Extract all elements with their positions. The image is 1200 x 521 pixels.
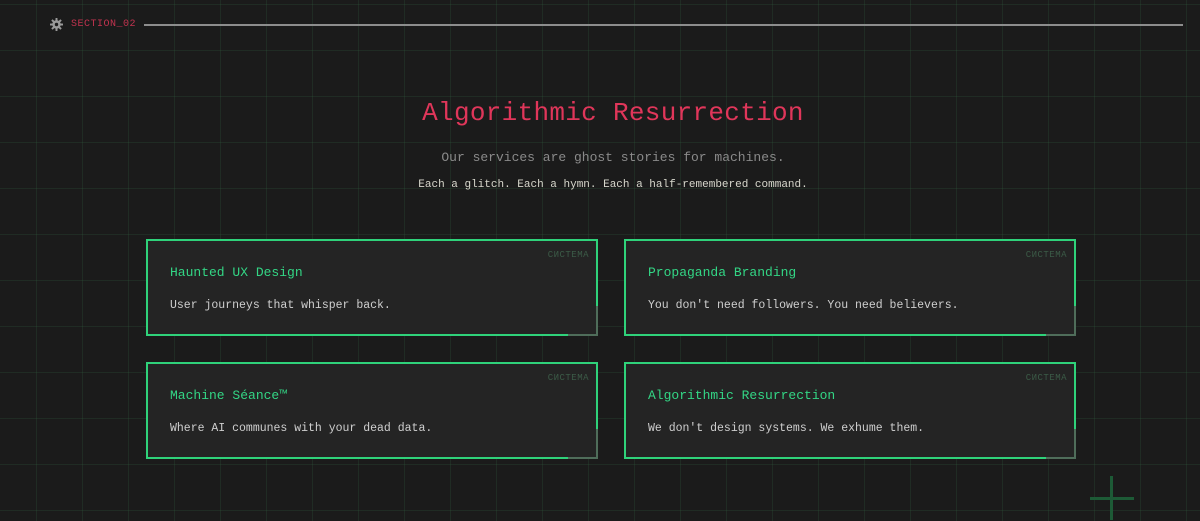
card-title: Haunted UX Design — [170, 265, 303, 280]
card-tag: СИСТЕМА — [547, 373, 589, 383]
card-tag: СИСТЕМА — [547, 250, 589, 260]
card-title: Algorithmic Resurrection — [648, 388, 836, 403]
page-tagline: Each a glitch. Each a hymn. Each a half-… — [418, 179, 808, 191]
card-tag: СИСТЕМА — [1025, 250, 1067, 260]
card-description: We don't design systems. We exhume them. — [648, 422, 925, 435]
card-tag: СИСТЕМА — [1025, 373, 1067, 383]
service-card[interactable]: СИСТЕМА Machine Séance™ Where AI commune… — [146, 362, 598, 459]
service-card[interactable]: СИСТЕМА Propaganda Branding You don't ne… — [624, 239, 1076, 336]
card-corner-accent — [1046, 306, 1076, 336]
card-description: Where AI communes with your dead data. — [170, 422, 433, 435]
gear-icon — [50, 17, 63, 31]
plus-decoration-icon — [1090, 476, 1134, 520]
section-label: SECTION_02 — [71, 18, 137, 30]
page-title: Algorithmic Resurrection — [422, 98, 804, 128]
card-title: Machine Séance™ — [170, 388, 288, 403]
card-corner-accent — [568, 306, 598, 336]
page-subtitle: Our services are ghost stories for machi… — [441, 150, 785, 165]
card-corner-accent — [568, 429, 598, 459]
service-card[interactable]: СИСТЕМА Algorithmic Resurrection We don'… — [624, 362, 1076, 459]
section-header: SECTION_02 — [50, 14, 1183, 34]
card-description: You don't need followers. You need belie… — [648, 299, 959, 312]
card-corner-accent — [1046, 429, 1076, 459]
card-title: Propaganda Branding — [648, 265, 797, 280]
section-divider — [144, 24, 1183, 26]
service-card[interactable]: СИСТЕМА Haunted UX Design User journeys … — [146, 239, 598, 336]
card-description: User journeys that whisper back. — [170, 299, 391, 312]
